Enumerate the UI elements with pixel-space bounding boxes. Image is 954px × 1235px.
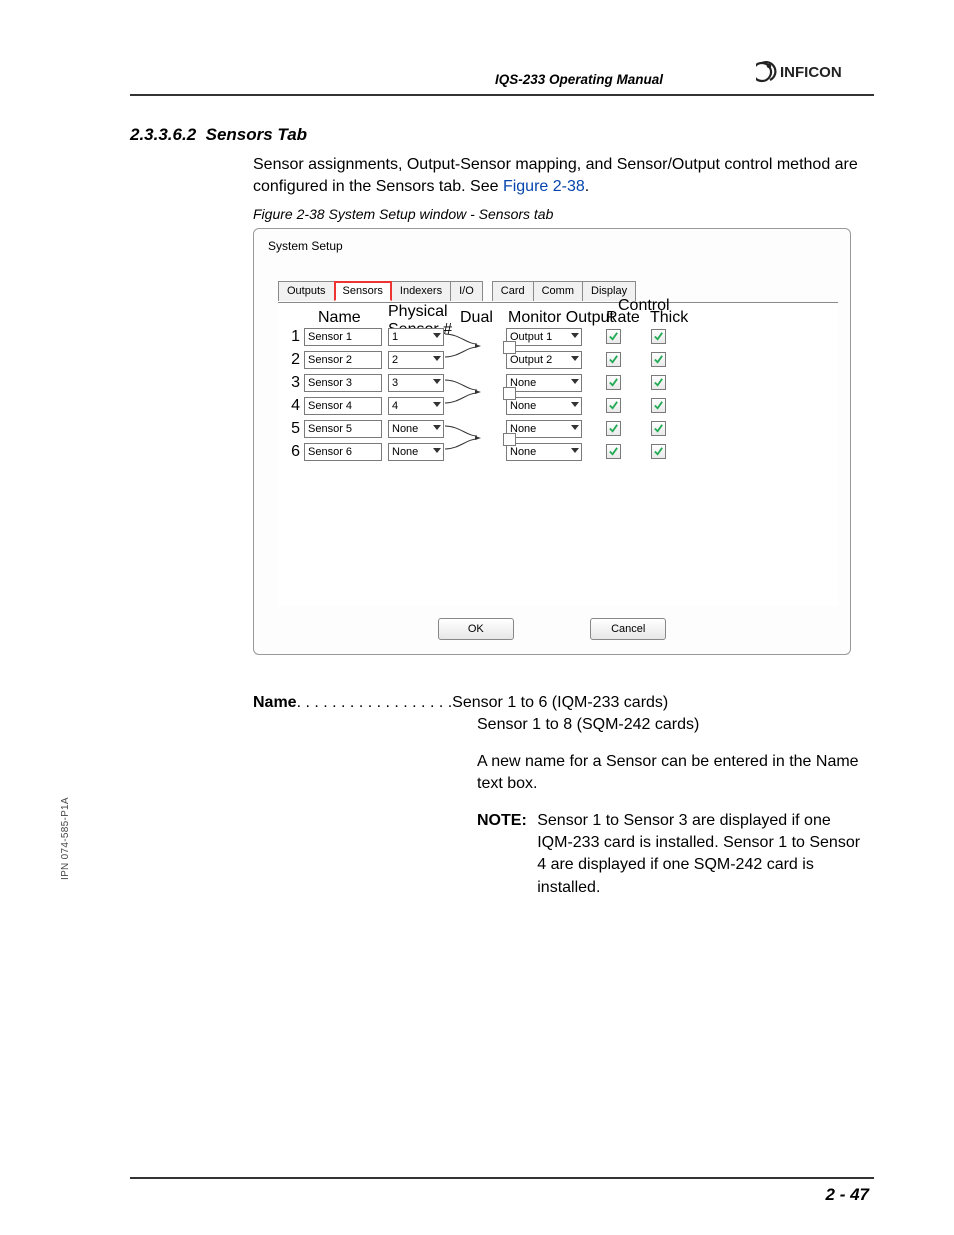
section-heading: 2.3.3.6.2 Sensors Tab — [130, 125, 307, 145]
tab-card[interactable]: Card — [492, 281, 534, 301]
sensor-name-input[interactable]: Sensor 6 — [304, 443, 382, 461]
section-body: Sensor assignments, Output-Sensor mappin… — [253, 154, 869, 199]
row-number: 6 — [278, 443, 304, 461]
sensor-name-input[interactable]: Sensor 1 — [304, 328, 382, 346]
rate-checkbox[interactable] — [606, 421, 621, 436]
physical-sensor-select[interactable]: 1 — [388, 328, 444, 346]
thick-checkbox[interactable] — [651, 398, 666, 413]
monitor-output-select[interactable]: None — [506, 397, 582, 415]
sensor-name-input[interactable]: Sensor 4 — [304, 397, 382, 415]
physical-sensor-select[interactable]: 2 — [388, 351, 444, 369]
monitor-output-select[interactable]: Output 2 — [506, 351, 582, 369]
dual-checkbox[interactable] — [503, 341, 516, 354]
rate-checkbox[interactable] — [606, 398, 621, 413]
row-number: 5 — [278, 420, 304, 438]
page-number: 2 - 47 — [826, 1185, 869, 1205]
dialog-title: System Setup — [268, 239, 343, 253]
figure-link[interactable]: Figure 2-38 — [503, 178, 585, 195]
tab-indexers[interactable]: Indexers — [391, 281, 451, 301]
sensor-name-input[interactable]: Sensor 2 — [304, 351, 382, 369]
thick-checkbox[interactable] — [651, 329, 666, 344]
system-setup-dialog: System Setup OutputsSensorsIndexersI/O Ca… — [253, 228, 851, 655]
rate-checkbox[interactable] — [606, 329, 621, 344]
footer-rule — [130, 1177, 874, 1179]
rate-checkbox[interactable] — [606, 352, 621, 367]
desc-line1b: Sensor 1 to 8 (SQM-242 cards) — [477, 714, 874, 736]
physical-sensor-select[interactable]: 3 — [388, 374, 444, 392]
brand-logo: INFICON — [756, 60, 876, 89]
manual-title: IQS-233 Operating Manual — [495, 72, 663, 87]
desc-note: NOTE: Sensor 1 to Sensor 3 are displayed… — [477, 810, 874, 900]
dual-checkbox[interactable] — [503, 433, 516, 446]
row-number: 1 — [278, 328, 304, 346]
tab-strip: OutputsSensorsIndexersI/OCardCommDisplay — [278, 281, 635, 301]
dual-checkbox[interactable] — [503, 387, 516, 400]
thick-checkbox[interactable] — [651, 444, 666, 459]
monitor-output-select[interactable]: Output 1 — [506, 328, 582, 346]
thick-checkbox[interactable] — [651, 421, 666, 436]
tab-comm[interactable]: Comm — [533, 281, 583, 301]
rate-checkbox[interactable] — [606, 444, 621, 459]
monitor-output-select[interactable]: None — [506, 374, 582, 392]
physical-sensor-select[interactable]: None — [388, 420, 444, 438]
desc-line2: A new name for a Sensor can be entered i… — [477, 751, 874, 796]
thick-checkbox[interactable] — [651, 352, 666, 367]
tab-body: Name Physical Sensor # Dual Monitor Outp… — [278, 302, 838, 606]
monitor-output-select[interactable]: None — [506, 420, 582, 438]
row-number: 3 — [278, 374, 304, 392]
thick-checkbox[interactable] — [651, 375, 666, 390]
tab-outputs[interactable]: Outputs — [278, 281, 335, 301]
physical-sensor-select[interactable]: 4 — [388, 397, 444, 415]
cancel-button[interactable]: Cancel — [590, 618, 666, 640]
monitor-output-select[interactable]: None — [506, 443, 582, 461]
sensor-name-input[interactable]: Sensor 5 — [304, 420, 382, 438]
sensor-name-input[interactable]: Sensor 3 — [304, 374, 382, 392]
logo-text: INFICON — [780, 64, 842, 81]
tab-sensors[interactable]: Sensors — [334, 281, 392, 301]
ipn-label: IPN 074-585-P1A — [60, 797, 71, 880]
figure-caption: Figure 2-38 System Setup window - Sensor… — [253, 206, 553, 222]
row-number: 2 — [278, 351, 304, 369]
tab-i-o[interactable]: I/O — [450, 281, 483, 301]
desc-line1: Name . . . . . . . . . . . . . . . . . .… — [253, 692, 874, 714]
ok-button[interactable]: OK — [438, 618, 514, 640]
rate-checkbox[interactable] — [606, 375, 621, 390]
physical-sensor-select[interactable]: None — [388, 443, 444, 461]
row-number: 4 — [278, 397, 304, 415]
header-rule — [130, 94, 874, 96]
